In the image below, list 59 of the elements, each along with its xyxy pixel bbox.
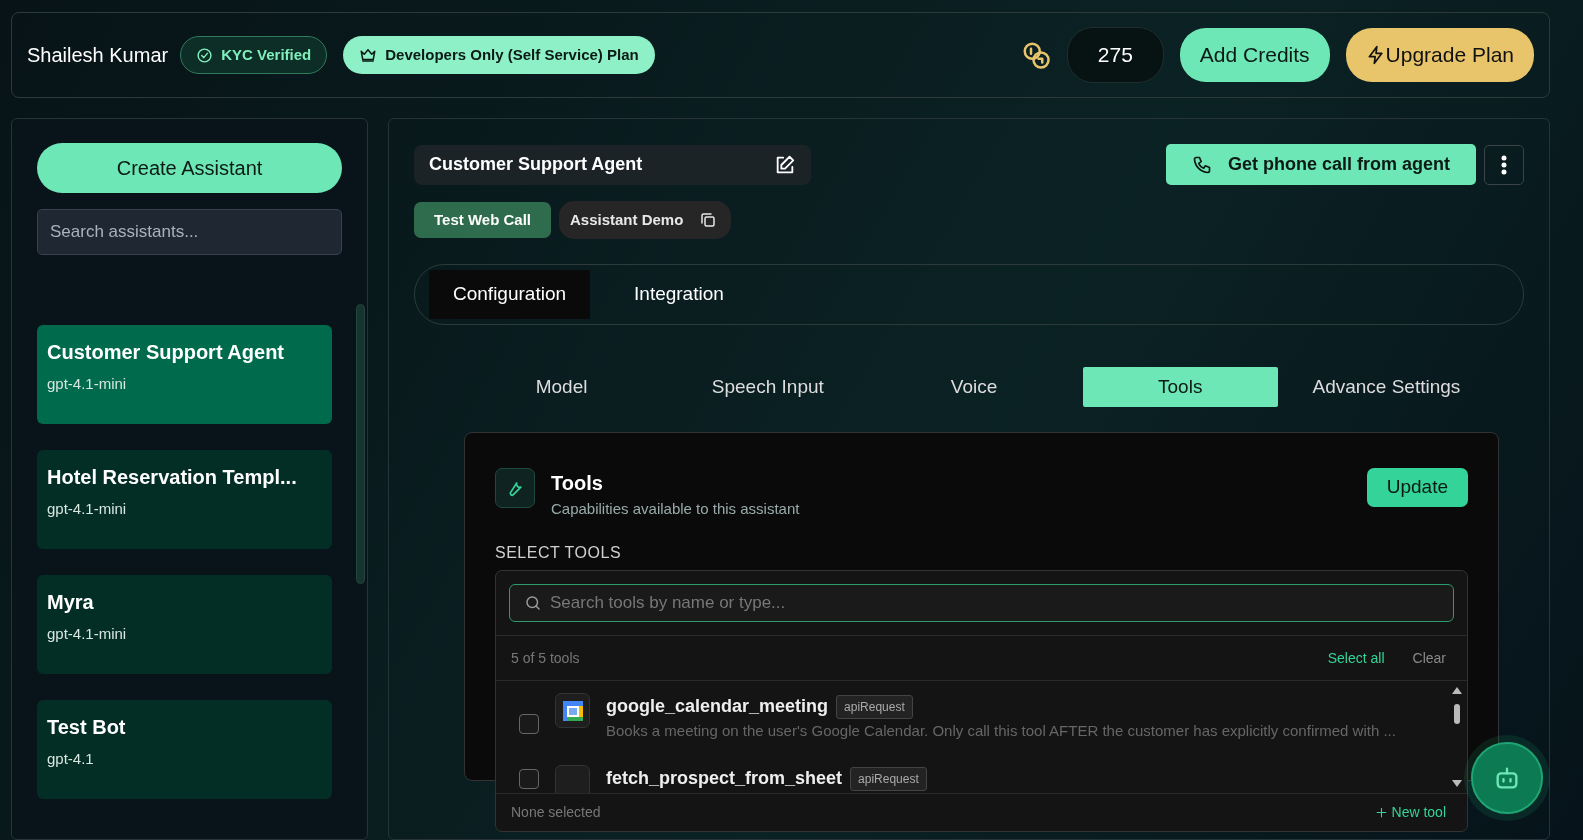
checkbox[interactable]: [519, 714, 539, 734]
section-label: SELECT TOOLS: [495, 542, 623, 563]
assistant-demo-button[interactable]: Assistant Demo: [558, 201, 732, 239]
calendar-icon: [561, 699, 584, 722]
tool-description: Books a meeting on the user's Google Calendar. Only call this tool AFTER the customer has explicitly confirmed with ...: [606, 721, 1397, 741]
kyc-badge: KYC Verified: [180, 35, 328, 75]
scrollbar[interactable]: [356, 304, 365, 584]
checkbox[interactable]: [519, 769, 539, 789]
new-tool-button[interactable]: New tool: [1368, 800, 1452, 824]
phone-icon: [1191, 154, 1212, 175]
select-all-link[interactable]: Select all: [1321, 646, 1391, 670]
assistant-card[interactable]: Test Bot gpt-4.1: [37, 700, 332, 799]
plan-badge: Developers Only (Self Service) Plan: [343, 35, 655, 75]
model-name: gpt-4.1-mini: [47, 374, 128, 394]
tool-type-tag: apiRequest: [850, 766, 927, 791]
assistant-card[interactable]: Hotel Reservation Templ... gpt-4.1-mini: [37, 450, 332, 549]
tab[interactable]: Model: [464, 367, 660, 407]
assistant-name: Test Bot: [47, 715, 127, 740]
tab[interactable]: Integration: [610, 270, 748, 319]
tab[interactable]: Tools: [1082, 367, 1278, 407]
user-name: Shailesh Kumar: [27, 43, 169, 68]
model-name: gpt-4.1-mini: [47, 624, 128, 644]
credits-count: 275: [1066, 27, 1164, 83]
tab[interactable]: Advance Settings: [1288, 367, 1484, 407]
update-button[interactable]: Update: [1366, 468, 1468, 507]
test-web-call-button[interactable]: Test Web Call: [414, 202, 551, 238]
tab[interactable]: Speech Input: [670, 367, 866, 407]
assistant-name: Hotel Reservation Templ...: [47, 465, 298, 490]
assistant-chat-button[interactable]: [1471, 742, 1543, 814]
tool-type-tag: apiRequest: [836, 694, 913, 719]
selection-status: None selected: [511, 802, 602, 822]
upgrade-plan-button[interactable]: Upgrade Plan: [1345, 28, 1534, 82]
tool-name: google_calendar_meeting: [606, 695, 829, 718]
clear-link[interactable]: Clear: [1406, 646, 1452, 670]
assistant-name: Myra: [47, 590, 95, 615]
add-credits-button[interactable]: Add Credits: [1179, 28, 1330, 82]
assistant-card[interactable]: Customer Support Agent gpt-4.1-mini: [37, 325, 332, 424]
phone-call-button[interactable]: Get phone call from agent: [1165, 144, 1476, 185]
copy-icon: [699, 211, 718, 229]
kebab-menu-icon: [1501, 154, 1507, 175]
assistant-name-field[interactable]: Customer Support Agent: [414, 144, 811, 185]
model-name: gpt-4.1: [47, 749, 95, 769]
tool-name: fetch_prospect_from_sheet: [606, 767, 843, 790]
tool-count: 5 of 5 tools: [511, 648, 581, 668]
tab[interactable]: Voice: [876, 367, 1072, 407]
crown-icon: [359, 46, 378, 64]
plus-icon: [1374, 805, 1388, 819]
search-field[interactable]: Search tools by name or type...: [509, 584, 1454, 622]
model-name: gpt-4.1-mini: [47, 499, 128, 519]
assistant-name: Customer Support Agent: [47, 340, 286, 365]
tab[interactable]: Configuration: [429, 270, 591, 319]
edit-icon: [774, 153, 796, 176]
card-title: Tools: [551, 471, 604, 496]
create-assistant-button[interactable]: Create Assistant: [37, 143, 342, 193]
card-subtitle: Capabilities available to this assistant: [551, 499, 801, 519]
search-field[interactable]: Search assistants...: [37, 209, 342, 255]
assistant-card[interactable]: Myra gpt-4.1-mini: [37, 575, 332, 674]
check-circle-icon: [196, 46, 214, 64]
more-menu-button[interactable]: [1484, 144, 1524, 185]
